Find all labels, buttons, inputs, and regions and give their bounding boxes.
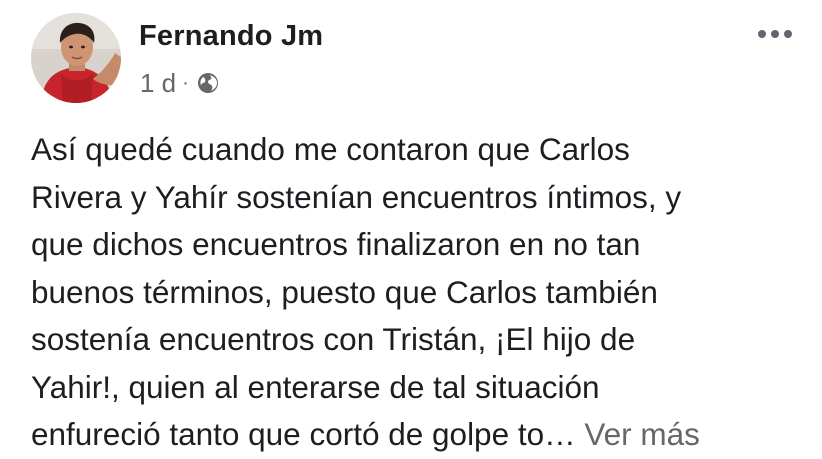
post-text-line: Yahir!, quien al enterarse de tal situac… bbox=[31, 368, 600, 405]
facebook-post: Fernando Jm 1 d · Así quedé cuando me co… bbox=[0, 0, 822, 452]
post-text-line: sostenía encuentros con Tristán, ¡El hij… bbox=[31, 321, 636, 357]
avatar[interactable] bbox=[31, 13, 121, 103]
author-name[interactable]: Fernando Jm bbox=[139, 20, 323, 53]
post-meta: 1 d · bbox=[140, 66, 220, 100]
post-text-line: buenos términos, puesto que Carlos tambi… bbox=[31, 273, 658, 310]
post-text-line: que dichos encuentros finalizaron en no … bbox=[31, 226, 641, 262]
post-text-line: Rivera y Yahír sostenían encuentros ínti… bbox=[31, 178, 682, 215]
see-more-link[interactable]: Ver más bbox=[584, 416, 700, 452]
ellipsis-dot bbox=[758, 30, 766, 38]
ellipsis-dot bbox=[771, 30, 779, 38]
post-text-line-last: enfureció tanto que cortó de golpe to… V… bbox=[31, 411, 811, 459]
meta-separator: · bbox=[182, 72, 189, 94]
more-options-button[interactable] bbox=[752, 26, 798, 42]
avatar-photo bbox=[31, 13, 121, 103]
post-body: Así quedé cuando me contaron que Carlos … bbox=[31, 126, 811, 459]
globe-icon[interactable] bbox=[196, 71, 220, 95]
ellipsis-dot bbox=[784, 30, 792, 38]
post-text-truncated: enfureció tanto que cortó de golpe to… bbox=[31, 416, 576, 452]
post-text-line: Así quedé cuando me contaron que Carlos bbox=[31, 131, 630, 167]
post-timestamp[interactable]: 1 d bbox=[140, 68, 176, 99]
